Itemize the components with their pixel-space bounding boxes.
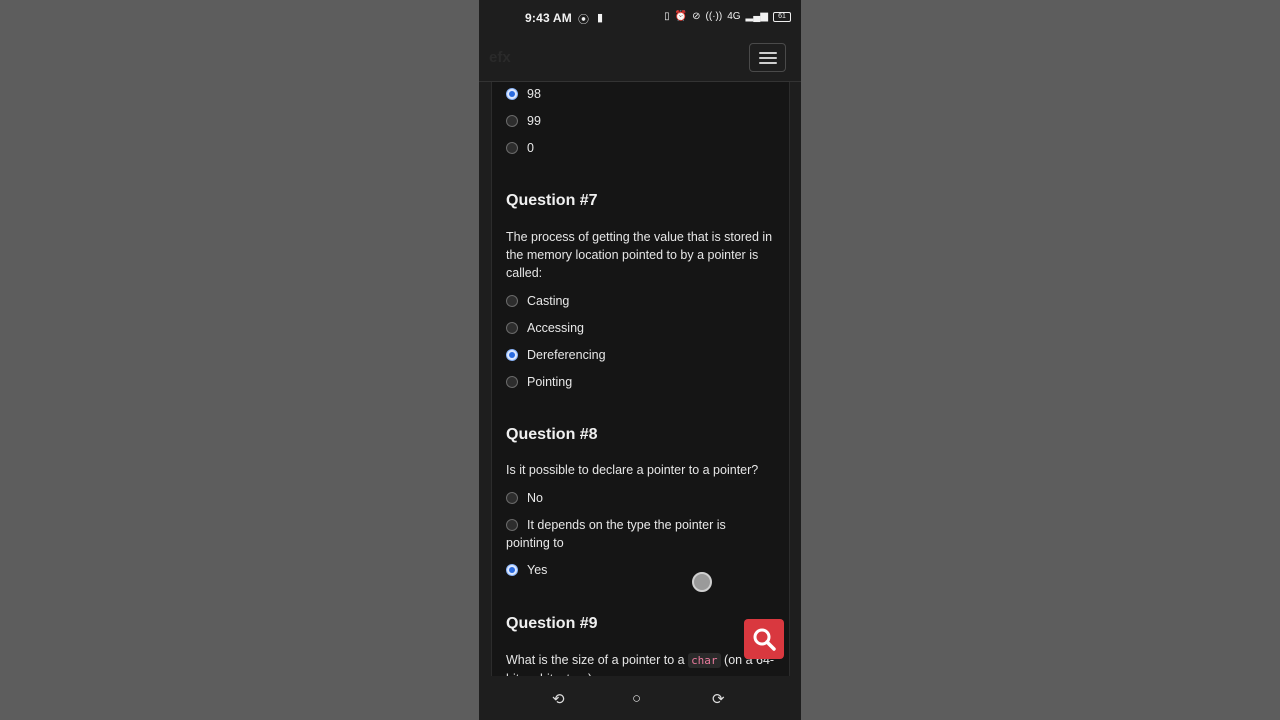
menu-bar-icon (759, 62, 777, 64)
option-casting[interactable]: Casting (506, 292, 569, 310)
radio-button[interactable] (506, 491, 518, 504)
system-navigation-bar: ⟲ ○ ⟳ (479, 678, 801, 720)
screen-record-icon: ⦿ (578, 14, 589, 26)
option-depends[interactable]: It depends on the type the pointer is po… (506, 516, 756, 552)
option-label: 98 (527, 87, 541, 101)
phone-screen: 9:43 AM ⦿ ▮ ▯ ⏰ ⊘ ((·)) 4G ▂▄▆ 61 efx 98… (479, 0, 801, 720)
option-label: No (527, 491, 543, 505)
menu-bar-icon (759, 52, 777, 54)
option-yes[interactable]: Yes (506, 561, 547, 579)
background-right (801, 0, 1280, 720)
option-pointing[interactable]: Pointing (506, 373, 572, 391)
radio-button[interactable] (506, 518, 518, 531)
option-label: Casting (527, 294, 570, 308)
back-icon[interactable]: ⟳ (712, 690, 725, 708)
radio-button-checked[interactable] (506, 87, 518, 100)
background-left (0, 0, 479, 720)
option-no[interactable]: No (506, 489, 543, 507)
question-8-text: Is it possible to declare a pointer to a… (506, 463, 759, 477)
option-99[interactable]: 99 (506, 112, 541, 130)
option-accessing[interactable]: Accessing (506, 319, 584, 337)
search-button[interactable] (744, 619, 784, 659)
option-label: 0 (527, 141, 534, 155)
hotspot-icon: ((·)) (705, 11, 723, 22)
radio-button[interactable] (506, 141, 518, 154)
top-navbar: efx (479, 36, 801, 82)
search-icon (753, 628, 776, 651)
download-icon: ▮ (597, 12, 604, 24)
question-9-text-part: What is the size of a pointer to a (506, 653, 685, 667)
question-7-title: Question #7 (506, 192, 598, 209)
radio-button-checked[interactable] (506, 348, 518, 361)
network-type: 4G (727, 11, 741, 22)
question-9-title: Question #9 (506, 615, 598, 632)
option-label: Accessing (527, 321, 584, 335)
radio-button[interactable] (506, 321, 518, 334)
option-dereferencing[interactable]: Dereferencing (506, 346, 606, 364)
status-system-icons: ▯ ⏰ ⊘ ((·)) 4G ▂▄▆ 61 (664, 11, 791, 22)
inline-code-char: char (688, 653, 721, 668)
question-9-text: What is the size of a pointer to a char … (506, 651, 776, 676)
option-label: Dereferencing (527, 348, 606, 362)
brand-logo[interactable]: efx (489, 49, 511, 66)
signal-icon: ▂▄▆ (745, 11, 768, 22)
option-98[interactable]: 98 (506, 85, 541, 103)
menu-bar-icon (759, 57, 777, 59)
status-bar: 9:43 AM ⦿ ▮ ▯ ⏰ ⊘ ((·)) 4G ▂▄▆ 61 (479, 0, 801, 36)
option-label: Yes (527, 563, 548, 577)
do-not-disturb-icon: ⊘ (692, 11, 701, 22)
option-0[interactable]: 0 (506, 139, 534, 157)
radio-button-checked[interactable] (506, 563, 518, 576)
alarm-icon: ⏰ (674, 11, 688, 22)
status-time: 9:43 AM (525, 11, 572, 25)
radio-button[interactable] (506, 294, 518, 307)
home-icon[interactable]: ○ (632, 690, 641, 707)
question-8-title: Question #8 (506, 426, 598, 443)
recents-icon[interactable]: ⟲ (552, 690, 565, 708)
question-7-text: The process of getting the value that is… (506, 230, 773, 280)
option-label: Pointing (527, 375, 573, 389)
battery-icon: 61 (773, 11, 791, 22)
option-label: 99 (527, 114, 541, 128)
vibrate-icon: ▯ (664, 11, 670, 22)
status-notification-icons: ⦿ ▮ (578, 11, 603, 27)
quiz-content: 98 99 0 Question #7 The process of getti… (491, 82, 790, 676)
touch-indicator (692, 572, 712, 592)
radio-button[interactable] (506, 114, 518, 127)
hamburger-menu-button[interactable] (749, 43, 786, 72)
radio-button[interactable] (506, 375, 518, 388)
option-label: It depends on the type the pointer is po… (506, 518, 726, 550)
